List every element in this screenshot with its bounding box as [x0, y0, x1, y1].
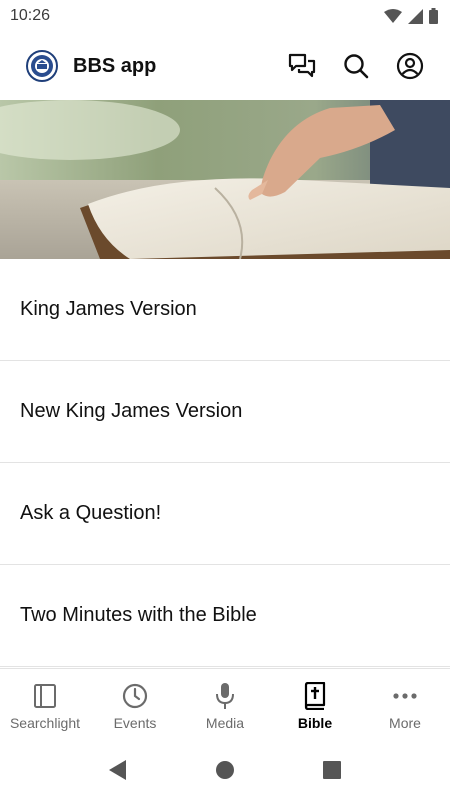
more-dots-icon	[393, 693, 417, 699]
system-nav-bar	[0, 740, 450, 800]
list-item-label: New King James Version	[20, 400, 243, 422]
wifi-icon	[384, 9, 402, 23]
list-item-kjv[interactable]: King James Version	[0, 259, 450, 361]
recents-button[interactable]	[320, 758, 344, 782]
app-title: BBS app	[73, 54, 157, 77]
back-icon	[109, 760, 126, 780]
nav-events[interactable]: Events	[90, 669, 180, 740]
bible-photo	[0, 100, 450, 259]
nav-searchlight[interactable]: Searchlight	[0, 669, 90, 740]
recents-icon	[323, 761, 341, 779]
list-item-label: Two Minutes with the Bible	[20, 604, 257, 626]
status-time: 10:26	[10, 7, 51, 24]
bbs-logo-icon	[26, 50, 58, 82]
status-icons	[384, 8, 438, 24]
list-item-label: King James Version	[20, 298, 197, 320]
account-icon	[396, 52, 424, 80]
nav-media[interactable]: Media	[180, 669, 270, 740]
bible-icon	[304, 682, 326, 710]
home-button[interactable]	[213, 758, 237, 782]
app-actions	[284, 48, 428, 84]
nav-label: Bible	[297, 715, 333, 731]
nav-bible[interactable]: Bible	[270, 669, 360, 740]
status-bar: 10:26	[0, 0, 450, 32]
search-button[interactable]	[338, 48, 374, 84]
nav-label: Media	[205, 715, 245, 731]
nav-more[interactable]: More	[360, 669, 450, 740]
bottom-nav: Searchlight Events Media Bible More	[0, 668, 450, 740]
list-item-two-minutes[interactable]: Two Minutes with the Bible	[0, 565, 450, 667]
microphone-icon	[216, 683, 234, 709]
search-icon	[344, 54, 369, 79]
list-item-label: Ask a Question!	[20, 502, 162, 524]
home-icon	[216, 761, 234, 779]
nav-label: More	[389, 715, 421, 731]
back-button[interactable]	[106, 758, 130, 782]
app-bar: BBS app	[0, 32, 450, 100]
version-list: King James Version New King James Versio…	[0, 259, 450, 667]
hero-image	[0, 100, 450, 259]
list-item-ask-question[interactable]: Ask a Question!	[0, 463, 450, 565]
chat-icon	[288, 53, 316, 78]
signal-icon	[408, 8, 423, 24]
nav-label: Searchlight	[9, 715, 81, 731]
list-item-nkjv[interactable]: New King James Version	[0, 361, 450, 463]
book-outline-icon	[34, 684, 56, 708]
nav-label: Events	[113, 715, 157, 731]
battery-icon	[429, 8, 438, 24]
chat-button[interactable]	[284, 48, 320, 84]
clock-icon	[122, 683, 148, 709]
account-button[interactable]	[392, 48, 428, 84]
